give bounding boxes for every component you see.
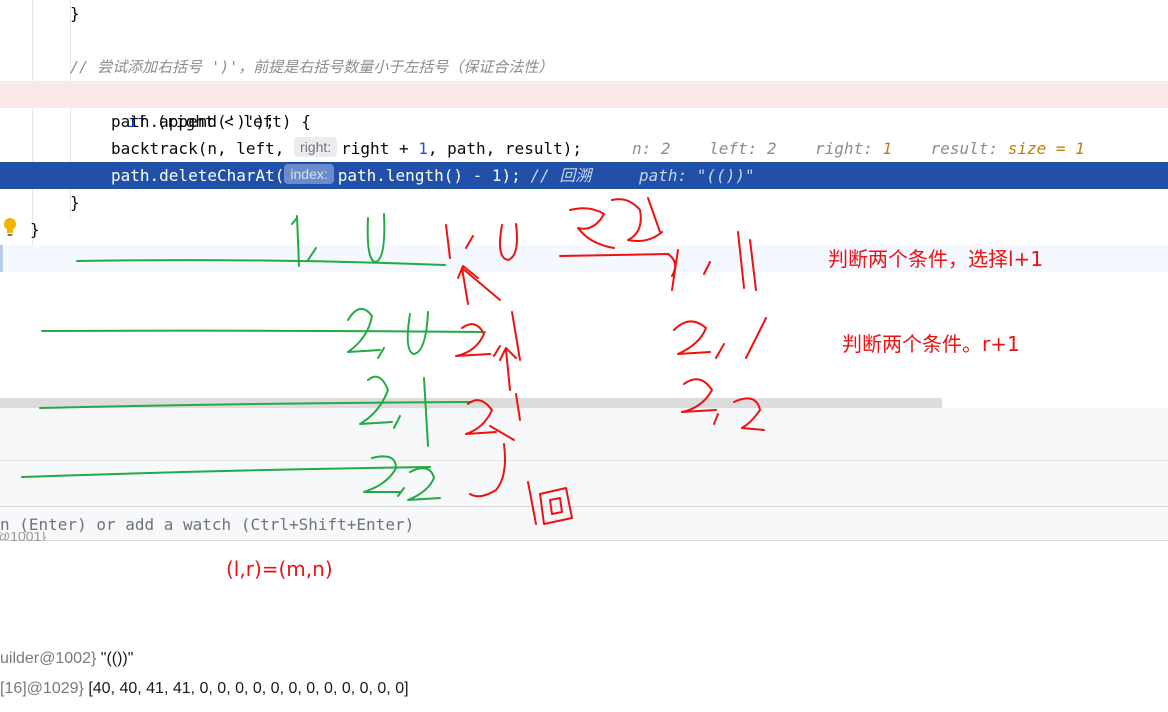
- green-ink-digit: [406, 311, 429, 355]
- red-ink-digit: [455, 323, 491, 357]
- annotation-note: (l,r)=(m,n): [226, 557, 333, 581]
- number-literal: 1: [491, 166, 502, 185]
- append-statement: path.append(')');: [111, 112, 275, 131]
- debug-panel: [0, 408, 1168, 508]
- debug-left: left: 2: [709, 139, 777, 158]
- parameter-hint: right:: [294, 137, 338, 157]
- delete-call: path.deleteCharAt(: [111, 166, 285, 185]
- backtrack-comment: // 回溯: [530, 166, 592, 185]
- red-ink-digit: [511, 311, 521, 361]
- evaluate-placeholder: n (Enter) or add a watch (Ctrl+Shift+Ent…: [0, 515, 415, 534]
- variable-value: [40, 40, 41, 41, 0, 0, 0, 0, 0, 0, 0, 0,…: [83, 680, 409, 697]
- code-line[interactable]: // 尝试添加右括号 ')'，前提是右括号数量小于左括号（保证合法性）: [0, 54, 1168, 81]
- close-brace: }: [70, 4, 80, 23]
- green-ink-digit: [347, 308, 381, 353]
- green-ink-line: [41, 329, 486, 333]
- red-ink-digit: [673, 320, 711, 355]
- debug-result-value: size = 1: [1007, 139, 1085, 158]
- debug-n: n: 2: [632, 139, 671, 158]
- variable-value: "(())": [96, 650, 134, 667]
- delete-rest: );: [501, 166, 531, 185]
- code-line[interactable]: }: [0, 216, 1168, 243]
- current-execution-line[interactable]: path.deleteCharAt(index: path.length() - …: [0, 162, 1168, 189]
- variable-ref: [16]@1029}: [0, 680, 84, 697]
- debug-path: path: "(())": [639, 166, 755, 185]
- code-editor[interactable]: } // 尝试添加右括号 ')'，前提是右括号数量小于左括号（保证合法性） if…: [0, 0, 1168, 272]
- variable-row[interactable]: [16]@1029} [40, 40, 41, 41, 0, 0, 0, 0, …: [0, 680, 409, 698]
- variable-row[interactable]: uilder@1002} "(())": [0, 650, 133, 668]
- code-line[interactable]: }: [0, 0, 1168, 27]
- parameter-hint: index:: [284, 164, 334, 184]
- inline-debug-values: n: 2 left: 2 right: 1 result: size = 1: [632, 135, 1085, 162]
- green-ink-digit: [377, 347, 385, 359]
- red-ink-arrow: [499, 347, 517, 391]
- code-line[interactable]: backtrack(n, left, right: right + 1, path…: [0, 135, 1168, 162]
- caret-marker: [0, 245, 3, 272]
- lightbulb-icon[interactable]: [2, 217, 18, 237]
- red-ink-digit: [493, 345, 501, 357]
- delete-arg: path.length() -: [337, 166, 492, 185]
- evaluate-expression-input[interactable]: n (Enter) or add a watch (Ctrl+Shift+Ent…: [0, 507, 1168, 541]
- backtrack-rest: , path, result);: [427, 139, 582, 158]
- red-ink-arrow: [461, 267, 501, 301]
- red-ink-digit: [715, 343, 725, 359]
- variables-panel: uilder@1002} "(())" [16]@1029} [40, 40, …: [0, 542, 1168, 712]
- number-literal: 1: [418, 139, 428, 158]
- breakpoint-line[interactable]: if (right < left) {: [0, 81, 1168, 131]
- code-line[interactable]: path.append(')');: [0, 108, 1168, 135]
- backtrack-arg: right +: [341, 139, 419, 158]
- debug-right-label: right:: [815, 139, 883, 158]
- annotation-note: 判断两个条件，选择l+1: [828, 247, 1044, 271]
- debug-result-label: result:: [930, 139, 1008, 158]
- variable-ref: uilder@1002}: [0, 650, 97, 667]
- code-comment: // 尝试添加右括号 ')'，前提是右括号数量小于左括号（保证合法性）: [70, 58, 554, 76]
- horizontal-scrollbar[interactable]: [0, 398, 942, 408]
- close-brace: }: [70, 193, 80, 212]
- close-brace: }: [30, 220, 40, 239]
- variable-fragment: @1001}: [0, 532, 47, 541]
- red-ink-digit: [745, 317, 767, 359]
- backtrack-call: backtrack(n, left,: [111, 139, 295, 158]
- divider: [0, 460, 1168, 461]
- annotation-note: 判断两个条件。r+1: [842, 332, 1020, 356]
- debug-right-value: 1: [882, 139, 893, 158]
- code-line[interactable]: }: [0, 189, 1168, 216]
